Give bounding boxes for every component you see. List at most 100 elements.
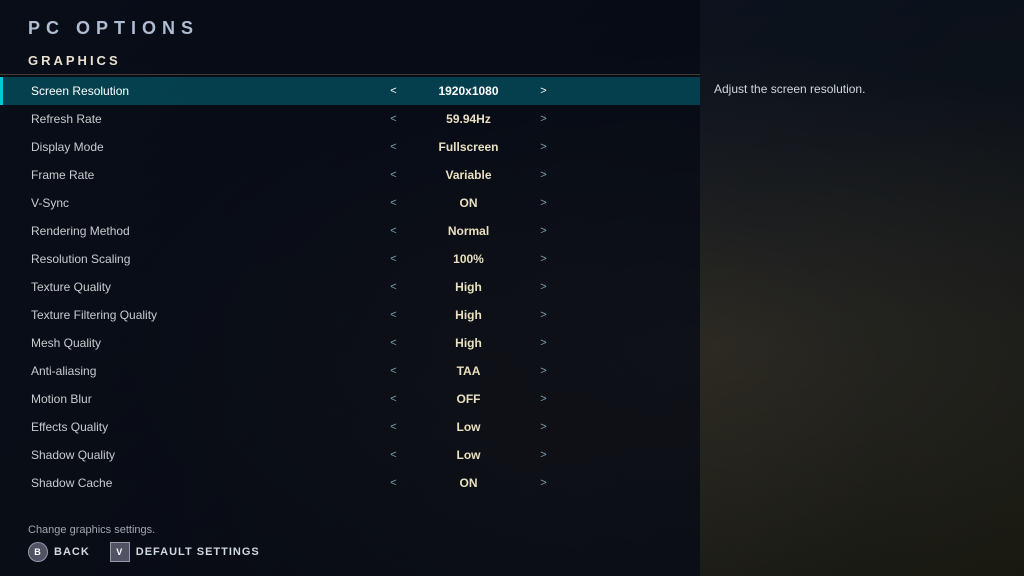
arrow-right-icon[interactable]: >	[537, 449, 551, 461]
setting-name: Screen Resolution	[31, 84, 251, 98]
setting-value: ON	[409, 476, 529, 490]
footer-button[interactable]: B BACK	[28, 542, 90, 562]
button-icon: B	[28, 542, 48, 562]
setting-control: < Low >	[251, 448, 686, 462]
setting-value: Low	[409, 448, 529, 462]
setting-control: < ON >	[251, 196, 686, 210]
setting-name: Rendering Method	[31, 224, 251, 238]
arrow-right-icon[interactable]: >	[537, 253, 551, 265]
settings-panel: PC OPTIONS GRAPHICS Screen Resolution<19…	[0, 0, 700, 576]
arrow-left-icon[interactable]: <	[387, 197, 401, 209]
help-text: Adjust the screen resolution.	[714, 80, 1004, 98]
help-panel: Adjust the screen resolution.	[714, 80, 1004, 98]
setting-row[interactable]: Rendering Method < Normal >	[0, 217, 700, 245]
footer-hint: Change graphics settings.	[28, 524, 260, 536]
setting-value: Variable	[409, 168, 529, 182]
arrow-right-icon[interactable]: >	[537, 477, 551, 489]
setting-row[interactable]: Screen Resolution<1920x1080>	[0, 77, 700, 105]
arrow-left-icon[interactable]: <	[387, 281, 401, 293]
setting-control: < High >	[251, 280, 686, 294]
setting-row[interactable]: V-Sync < ON >	[0, 189, 700, 217]
button-icon: V	[110, 542, 130, 562]
arrow-left-icon[interactable]: <	[387, 309, 401, 321]
setting-row[interactable]: Mesh Quality<High>	[0, 329, 700, 357]
setting-row[interactable]: Shadow Quality<Low>	[0, 441, 700, 469]
setting-control: < OFF >	[251, 392, 686, 406]
setting-row[interactable]: Effects Quality < Low >	[0, 413, 700, 441]
setting-control: <100% >	[251, 252, 686, 266]
setting-name: Shadow Cache	[31, 476, 251, 490]
setting-control: < ON >	[251, 476, 686, 490]
setting-row[interactable]: Display Mode<Fullscreen>	[0, 133, 700, 161]
setting-row[interactable]: Texture Quality < High >	[0, 273, 700, 301]
setting-row[interactable]: Frame Rate < Variable >	[0, 161, 700, 189]
setting-control: <High>	[251, 308, 686, 322]
setting-row[interactable]: Texture Filtering Quality<High>	[0, 301, 700, 329]
arrow-left-icon[interactable]: <	[387, 225, 401, 237]
arrow-right-icon[interactable]: >	[537, 197, 551, 209]
arrow-right-icon[interactable]: >	[537, 393, 551, 405]
setting-control: <59.94Hz >	[251, 112, 686, 126]
setting-control: < Low >	[251, 420, 686, 434]
arrow-left-icon[interactable]: <	[387, 421, 401, 433]
arrow-left-icon[interactable]: <	[387, 85, 401, 97]
arrow-left-icon[interactable]: <	[387, 477, 401, 489]
setting-name: Anti-aliasing	[31, 364, 251, 378]
section-title: GRAPHICS	[0, 49, 700, 75]
setting-value: Low	[409, 420, 529, 434]
setting-control: <Fullscreen>	[251, 140, 686, 154]
setting-name: Motion Blur	[31, 392, 251, 406]
setting-value: 100%	[409, 252, 529, 266]
arrow-right-icon[interactable]: >	[537, 281, 551, 293]
arrow-right-icon[interactable]: >	[537, 113, 551, 125]
setting-row[interactable]: Motion Blur < OFF >	[0, 385, 700, 413]
page-title: PC OPTIONS	[0, 18, 700, 49]
arrow-right-icon[interactable]: >	[537, 141, 551, 153]
settings-list: Screen Resolution<1920x1080>Refresh Rate…	[0, 77, 700, 497]
arrow-right-icon[interactable]: >	[537, 309, 551, 321]
setting-value: OFF	[409, 392, 529, 406]
setting-value: High	[409, 336, 529, 350]
arrow-left-icon[interactable]: <	[387, 169, 401, 181]
setting-control: < Variable >	[251, 168, 686, 182]
footer: Change graphics settings. B BACK V DEFAULT …	[28, 524, 260, 562]
button-label: BACK	[54, 546, 90, 558]
setting-value: ON	[409, 196, 529, 210]
arrow-left-icon[interactable]: <	[387, 449, 401, 461]
setting-control: < High >	[251, 336, 686, 350]
arrow-right-icon[interactable]: >	[537, 225, 551, 237]
setting-name: Texture Filtering Quality	[31, 308, 251, 322]
setting-name: V-Sync	[31, 196, 251, 210]
setting-value: Normal	[409, 224, 529, 238]
setting-name: Refresh Rate	[31, 112, 251, 126]
arrow-right-icon[interactable]: >	[537, 337, 551, 349]
setting-control: < Normal >	[251, 224, 686, 238]
arrow-left-icon[interactable]: <	[387, 337, 401, 349]
setting-row[interactable]: Resolution Scaling <100% >	[0, 245, 700, 273]
setting-name: Resolution Scaling	[31, 252, 251, 266]
setting-row[interactable]: Anti-aliasing < TAA >	[0, 357, 700, 385]
button-label: DEFAULT SETTINGS	[136, 546, 260, 558]
arrow-right-icon[interactable]: >	[537, 365, 551, 377]
arrow-left-icon[interactable]: <	[387, 113, 401, 125]
footer-buttons: B BACK V DEFAULT SETTINGS	[28, 542, 260, 562]
arrow-left-icon[interactable]: <	[387, 141, 401, 153]
setting-control: <1920x1080>	[251, 84, 686, 98]
arrow-right-icon[interactable]: >	[537, 421, 551, 433]
setting-row[interactable]: Refresh Rate <59.94Hz >	[0, 105, 700, 133]
arrow-left-icon[interactable]: <	[387, 393, 401, 405]
setting-name: Display Mode	[31, 140, 251, 154]
footer-button[interactable]: V DEFAULT SETTINGS	[110, 542, 260, 562]
arrow-right-icon[interactable]: >	[537, 85, 551, 97]
setting-value: 59.94Hz	[409, 112, 529, 126]
arrow-left-icon[interactable]: <	[387, 365, 401, 377]
setting-row[interactable]: Shadow Cache < ON >	[0, 469, 700, 497]
setting-value: TAA	[409, 364, 529, 378]
arrow-right-icon[interactable]: >	[537, 169, 551, 181]
setting-name: Effects Quality	[31, 420, 251, 434]
arrow-left-icon[interactable]: <	[387, 253, 401, 265]
setting-name: Frame Rate	[31, 168, 251, 182]
setting-control: < TAA >	[251, 364, 686, 378]
setting-value: High	[409, 280, 529, 294]
setting-name: Texture Quality	[31, 280, 251, 294]
